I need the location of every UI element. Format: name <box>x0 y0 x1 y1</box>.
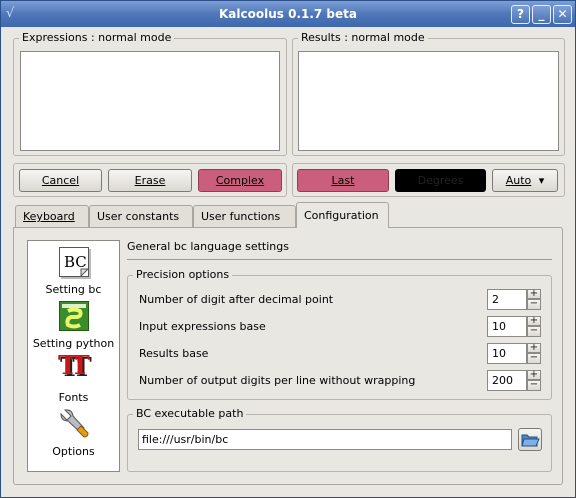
input-base-input[interactable]: 10 <box>487 316 527 337</box>
settings-sidebar[interactable]: BC Setting bc Setting python TT Fonts Op… <box>27 240 120 472</box>
results-base-spinbox[interactable]: 10 + − <box>487 343 542 364</box>
line-width-label: Number of output digits per line without… <box>139 374 416 387</box>
angle-mode-button-label: Degrees <box>417 174 464 187</box>
wrench-icon <box>58 409 90 439</box>
sidebar-item-fonts-label: Fonts <box>58 391 89 404</box>
browse-button[interactable] <box>518 428 542 451</box>
python-icon <box>59 301 89 331</box>
font-icon: TT <box>58 351 92 385</box>
angle-mode-button[interactable]: Degrees <box>395 169 486 192</box>
result-buttons-frame: Last Degrees Auto ▾ <box>292 163 565 197</box>
tab-user-constants-label: User constants <box>97 210 180 223</box>
results-group-title: Results : normal mode <box>298 31 428 45</box>
bc-path-title: BC executable path <box>133 407 247 421</box>
decimal-digits-input[interactable]: 2 <box>487 289 527 310</box>
font-icon-text: TT <box>58 351 90 381</box>
help-button[interactable]: ? <box>511 5 530 24</box>
sidebar-item-options-label: Options <box>52 445 95 458</box>
main-window: √ Kalcoolus 0.1.7 beta ? _ ✕ Expressions… <box>0 0 576 498</box>
expression-buttons-frame: Cancel Erase Complex <box>13 163 287 197</box>
tab-user-functions-label: User functions <box>201 210 281 223</box>
bc-icon: BC <box>59 247 89 277</box>
config-heading: General bc language settings <box>127 240 289 253</box>
window-title: Kalcoolus 0.1.7 beta <box>219 7 357 21</box>
erase-button[interactable]: Erase <box>108 169 192 192</box>
line-width-input[interactable]: 200 <box>487 370 527 391</box>
bc-path-input[interactable]: file:///usr/bin/bc <box>138 429 512 450</box>
heading-divider <box>127 259 552 260</box>
title-bar[interactable]: √ Kalcoolus 0.1.7 beta ? _ ✕ <box>1 1 575 27</box>
tab-keyboard-label: Keyboard <box>23 210 75 223</box>
auto-dropdown[interactable]: Auto ▾ <box>492 169 558 192</box>
input-base-spinbox[interactable]: 10 + − <box>487 316 542 337</box>
tab-keyboard[interactable]: Keyboard <box>15 205 89 227</box>
close-button[interactable]: ✕ <box>553 5 572 24</box>
spin-down-button[interactable]: − <box>527 299 541 310</box>
folder-open-icon <box>521 434 540 447</box>
last-button-label: Last <box>331 174 355 187</box>
cancel-button[interactable]: Cancel <box>19 169 102 192</box>
tab-user-constants[interactable]: User constants <box>89 205 193 227</box>
complex-button[interactable]: Complex <box>198 169 282 192</box>
results-group: Results : normal mode <box>292 31 565 156</box>
sidebar-item-options[interactable]: Options <box>28 407 119 459</box>
precision-options-group: Precision options Number of digit after … <box>127 268 552 400</box>
bc-path-group: BC executable path file:///usr/bin/bc <box>127 407 552 472</box>
bc-icon-text: BC <box>64 253 87 271</box>
configuration-panel: BC Setting bc Setting python TT Fonts Op… <box>13 227 563 485</box>
spin-down-button[interactable]: − <box>527 353 541 364</box>
expressions-input[interactable] <box>20 51 280 151</box>
spin-down-button[interactable]: − <box>527 326 541 337</box>
cancel-button-label: Cancel <box>41 174 80 187</box>
tab-configuration-label: Configuration <box>304 209 379 222</box>
tab-user-functions[interactable]: User functions <box>193 205 296 227</box>
line-width-spinbox[interactable]: 200 + − <box>487 370 542 391</box>
erase-button-label: Erase <box>134 174 166 187</box>
expressions-group: Expressions : normal mode <box>13 31 287 156</box>
results-base-input[interactable]: 10 <box>487 343 527 364</box>
auto-dropdown-label: Auto <box>505 174 532 187</box>
sidebar-item-fonts[interactable]: TT Fonts <box>28 351 119 405</box>
results-base-label: Results base <box>139 347 209 360</box>
decimal-digits-label: Number of digit after decimal point <box>139 293 334 306</box>
decimal-digits-spinbox[interactable]: 2 + − <box>487 289 542 310</box>
sidebar-item-setting-python-label: Setting python <box>32 337 115 350</box>
minimize-button[interactable]: _ <box>532 5 551 24</box>
results-output[interactable] <box>298 51 559 151</box>
sidebar-item-setting-bc-label: Setting bc <box>45 283 102 296</box>
precision-options-title: Precision options <box>133 268 233 282</box>
spin-down-button[interactable]: − <box>527 380 541 391</box>
sidebar-item-setting-bc[interactable]: BC Setting bc <box>28 245 119 297</box>
input-base-label: Input expressions base <box>139 320 266 333</box>
complex-button-label: Complex <box>215 174 265 187</box>
tab-configuration[interactable]: Configuration <box>296 202 389 228</box>
sidebar-item-setting-python[interactable]: Setting python <box>28 299 119 351</box>
chevron-down-icon: ▾ <box>538 174 545 187</box>
last-button[interactable]: Last <box>297 169 389 192</box>
expressions-group-title: Expressions : normal mode <box>19 31 175 45</box>
